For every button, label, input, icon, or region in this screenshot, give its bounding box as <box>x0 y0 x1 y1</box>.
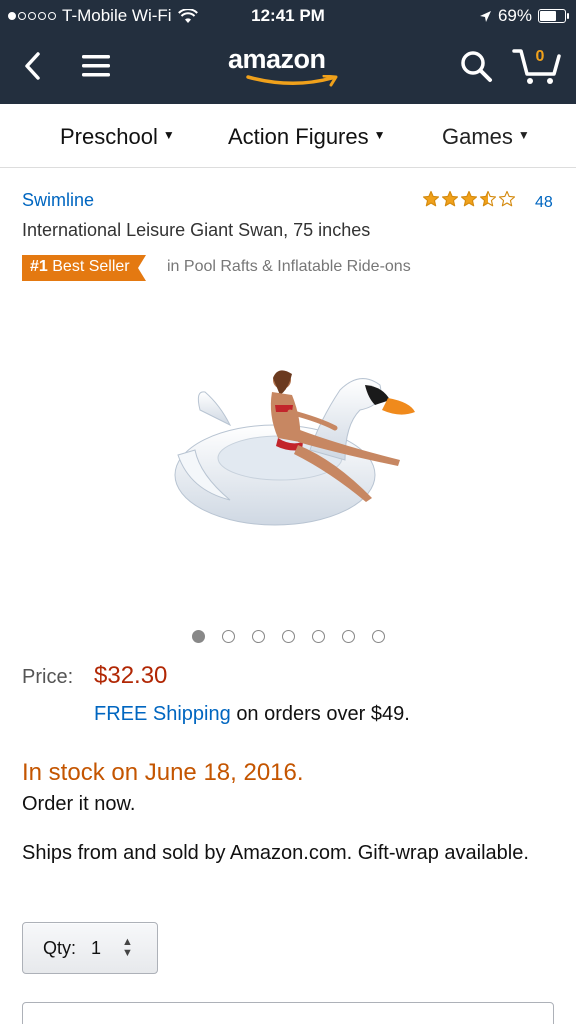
star-icon <box>441 190 459 207</box>
logo-text: amazon <box>228 44 326 74</box>
shipping-terms: on orders over $49. <box>236 703 410 725</box>
status-right: 69% <box>479 6 569 26</box>
pager-dot[interactable] <box>342 630 355 643</box>
battery-percent: 69% <box>497 6 532 25</box>
price-label: Price: <box>22 666 74 688</box>
caret-down-icon: ▼ <box>162 128 175 143</box>
free-shipping-link[interactable]: FREE Shipping <box>94 703 231 725</box>
rating-count[interactable]: 48 <box>535 194 553 212</box>
nav-bar: amazon 0 <box>0 32 576 104</box>
star-icon <box>498 190 516 207</box>
category-preschool[interactable]: Preschool ▼ <box>60 124 175 150</box>
badge-text: Best Seller <box>52 258 130 275</box>
quantity-value: 1 <box>91 938 102 958</box>
product-title: International Leisure Giant Swan, 75 inc… <box>22 220 371 240</box>
search-icon[interactable] <box>458 48 494 84</box>
seller-info: Ships from and sold by Amazon.com. Gift-… <box>22 842 529 864</box>
badge-category[interactable]: in Pool Rafts & Inflatable Ride-ons <box>167 258 411 276</box>
category-action-figures[interactable]: Action Figures ▼ <box>228 124 386 150</box>
stock-status: In stock on June 18, 2016. <box>22 759 304 786</box>
smile-arrow-icon <box>246 75 338 87</box>
top-bar: T-Mobile Wi-Fi 12:41 PM 69% amazon 0 <box>0 0 576 104</box>
brand-link[interactable]: Swimline <box>22 190 94 211</box>
category-label: Action Figures <box>228 124 369 149</box>
quantity-label: Qty: <box>43 938 77 958</box>
amazon-logo[interactable]: amazon <box>228 44 348 88</box>
scroll-fade <box>526 104 576 167</box>
pager-dot[interactable] <box>282 630 295 643</box>
swan-float-image[interactable] <box>160 350 430 540</box>
back-arrow-icon[interactable] <box>18 48 50 84</box>
caret-down-icon: ▼ <box>373 128 386 143</box>
best-seller-badge[interactable]: #1 Best Seller <box>22 255 146 281</box>
rating-stars[interactable] <box>422 190 516 208</box>
category-games[interactable]: Games ▼ <box>442 124 530 150</box>
category-label: Games <box>442 124 513 149</box>
cart-button[interactable]: 0 <box>512 44 562 86</box>
image-pager[interactable] <box>192 630 385 643</box>
pager-dot[interactable] <box>192 630 205 643</box>
pager-dot[interactable] <box>372 630 385 643</box>
stepper-arrows-icon: ▲ ▼ <box>122 936 133 959</box>
pager-dot[interactable] <box>312 630 325 643</box>
order-prompt: Order it now. <box>22 793 136 815</box>
star-icon <box>460 190 478 207</box>
location-arrow-icon <box>479 10 491 22</box>
cart-count: 0 <box>535 48 545 65</box>
status-bar: T-Mobile Wi-Fi 12:41 PM 69% <box>0 0 576 32</box>
shipping-info: FREE Shipping on orders over $49. <box>94 703 410 726</box>
star-icon <box>479 190 497 207</box>
quantity-select[interactable]: Qty: 1 ▲ ▼ <box>22 922 158 974</box>
category-strip: Preschool ▼ Action Figures ▼ Games ▼ <box>0 104 576 168</box>
pager-dot[interactable] <box>222 630 235 643</box>
badge-rank: #1 <box>30 258 48 275</box>
star-icon <box>422 190 440 207</box>
pager-dot[interactable] <box>252 630 265 643</box>
battery-icon <box>538 9 569 23</box>
price-value: $32.30 <box>94 662 168 689</box>
hamburger-menu-icon[interactable] <box>80 50 112 82</box>
category-label: Preschool <box>60 124 158 149</box>
add-to-cart-button[interactable] <box>22 1002 554 1024</box>
